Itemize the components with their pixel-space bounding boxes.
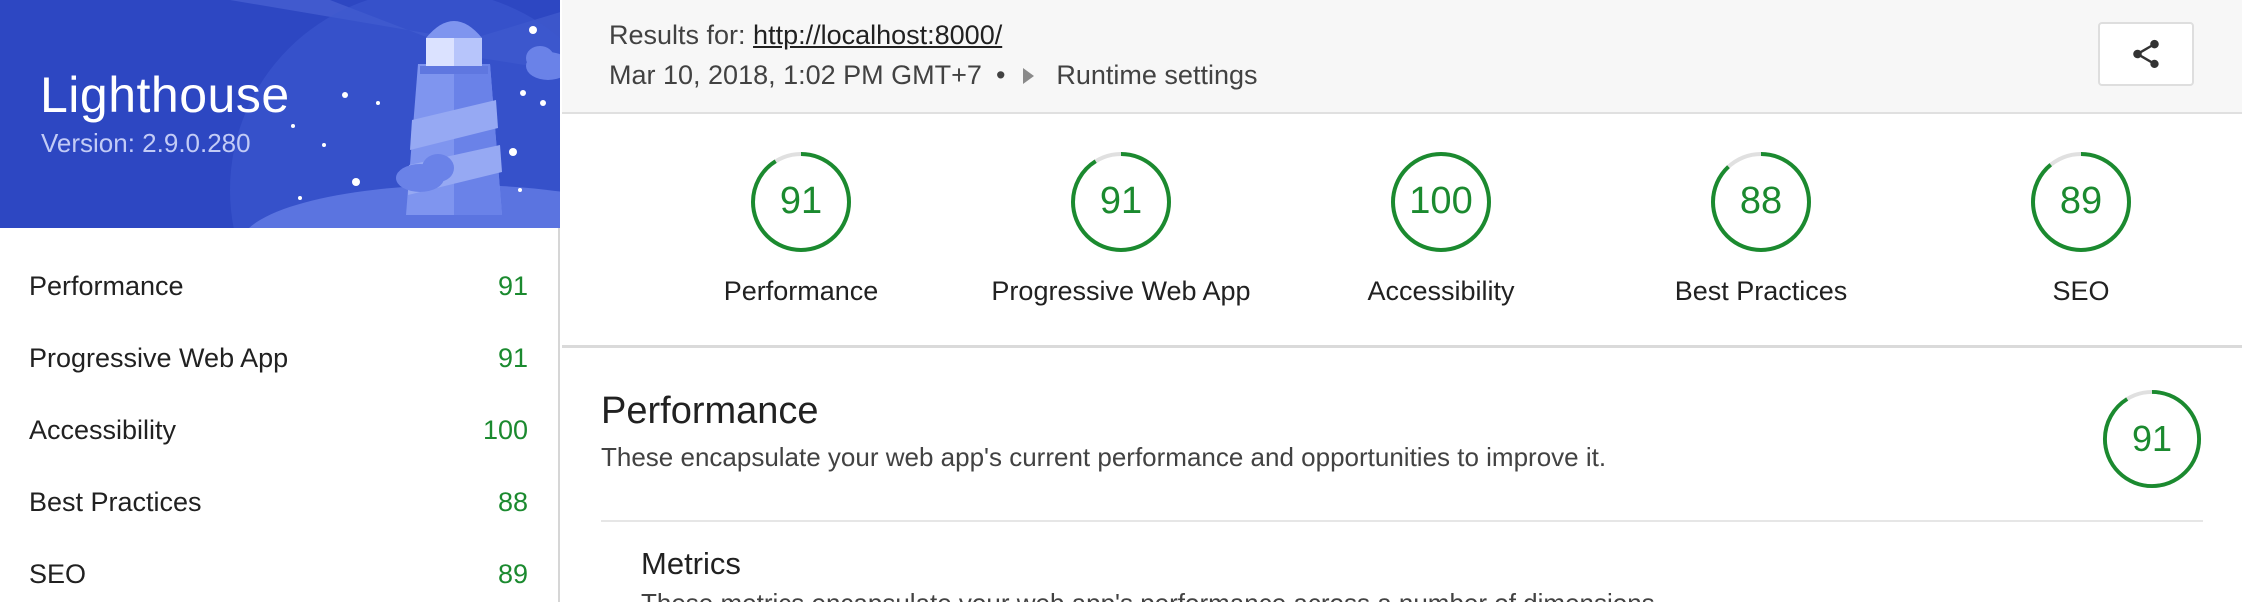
gauge-value: 100 bbox=[1409, 180, 1473, 222]
section-description: These encapsulate your web app's current… bbox=[601, 442, 1607, 472]
sidebar-item-label: SEO bbox=[29, 558, 87, 589]
share-icon bbox=[2133, 39, 2159, 69]
app-version: Version: 2.9.0.280 bbox=[41, 128, 251, 158]
gauge-value: 88 bbox=[1739, 180, 1783, 222]
gauge-label: Performance bbox=[723, 276, 879, 306]
gauge-accessibility[interactable]: 100 Accessibility bbox=[1281, 150, 1601, 307]
gauge-label: Best Practices bbox=[1674, 276, 1848, 306]
sidebar-item-accessibility[interactable]: Accessibility 100 bbox=[0, 394, 558, 466]
gauge-pwa[interactable]: 91 Progressive Web App bbox=[961, 150, 1281, 307]
sidebar-item-label: Progressive Web App bbox=[29, 342, 289, 373]
sidebar-item-score: 89 bbox=[497, 558, 528, 589]
sidebar-item-score: 91 bbox=[497, 342, 528, 373]
gauge-value: 91 bbox=[779, 180, 823, 222]
gauge-label: Accessibility bbox=[1367, 276, 1515, 306]
gauge-label: SEO bbox=[2052, 276, 2110, 306]
category-nav: Performance 91 Progressive Web App 91 Ac… bbox=[0, 250, 558, 602]
report-header: Results for: http://localhost:8000/ Mar … bbox=[562, 0, 2242, 114]
gauge-seo[interactable]: 89 SEO bbox=[1921, 150, 2241, 307]
report-timestamp: Mar 10, 2018, 1:02 PM GMT+7 bbox=[609, 60, 982, 90]
sidebar-item-pwa[interactable]: Progressive Web App 91 bbox=[0, 322, 558, 394]
gauge-best-practices[interactable]: 88 Best Practices bbox=[1601, 150, 1921, 307]
section-title: Performance bbox=[601, 390, 819, 432]
sidebar-item-seo[interactable]: SEO 89 bbox=[0, 538, 558, 602]
sidebar-item-performance[interactable]: Performance 91 bbox=[0, 250, 558, 322]
report-meta: Mar 10, 2018, 1:02 PM GMT+7 • Runtime se… bbox=[609, 60, 1257, 91]
runtime-settings-toggle[interactable]: Runtime settings bbox=[1056, 60, 1257, 91]
metrics-title: Metrics bbox=[641, 546, 741, 581]
section-score-value: 91 bbox=[2131, 418, 2173, 459]
gauge-value: 91 bbox=[1099, 180, 1143, 222]
gauge-value: 89 bbox=[2059, 180, 2103, 222]
gauge-label: Progressive Web App bbox=[991, 276, 1251, 306]
sidebar-item-score: 100 bbox=[482, 414, 528, 445]
lighthouse-banner: Lighthouse Version: 2.9.0.280 bbox=[0, 0, 560, 228]
lighthouse-report: Lighthouse Version: 2.9.0.280 Performanc… bbox=[0, 0, 2242, 602]
sidebar-item-label: Best Practices bbox=[29, 486, 202, 517]
app-title: Lighthouse bbox=[40, 67, 290, 123]
separator-dot: • bbox=[995, 60, 1006, 90]
sidebar-item-label: Accessibility bbox=[29, 414, 177, 445]
results-for: Results for: http://localhost:8000/ bbox=[609, 20, 1002, 51]
sidebar-item-score: 88 bbox=[497, 486, 528, 517]
results-prefix: Results for: bbox=[609, 20, 754, 50]
share-button[interactable] bbox=[2098, 22, 2194, 86]
gauge-performance[interactable]: 91 Performance bbox=[641, 150, 961, 307]
metrics-description: These metrics encapsulate your web app's… bbox=[641, 588, 1662, 602]
sidebar-item-label: Performance bbox=[29, 270, 184, 301]
sidebar-item-best-practices[interactable]: Best Practices 88 bbox=[0, 466, 558, 538]
sidebar-item-score: 91 bbox=[497, 270, 528, 301]
disclosure-triangle-icon[interactable] bbox=[1023, 67, 1035, 84]
tested-url-link[interactable]: http://localhost:8000/ bbox=[753, 20, 1002, 50]
section-score-gauge: 91 bbox=[2101, 388, 2203, 490]
section-divider bbox=[601, 520, 2203, 522]
sidebar: Lighthouse Version: 2.9.0.280 Performanc… bbox=[0, 0, 560, 602]
score-gauges: 91 Performance 91 Progressive Web App 10… bbox=[562, 116, 2242, 348]
